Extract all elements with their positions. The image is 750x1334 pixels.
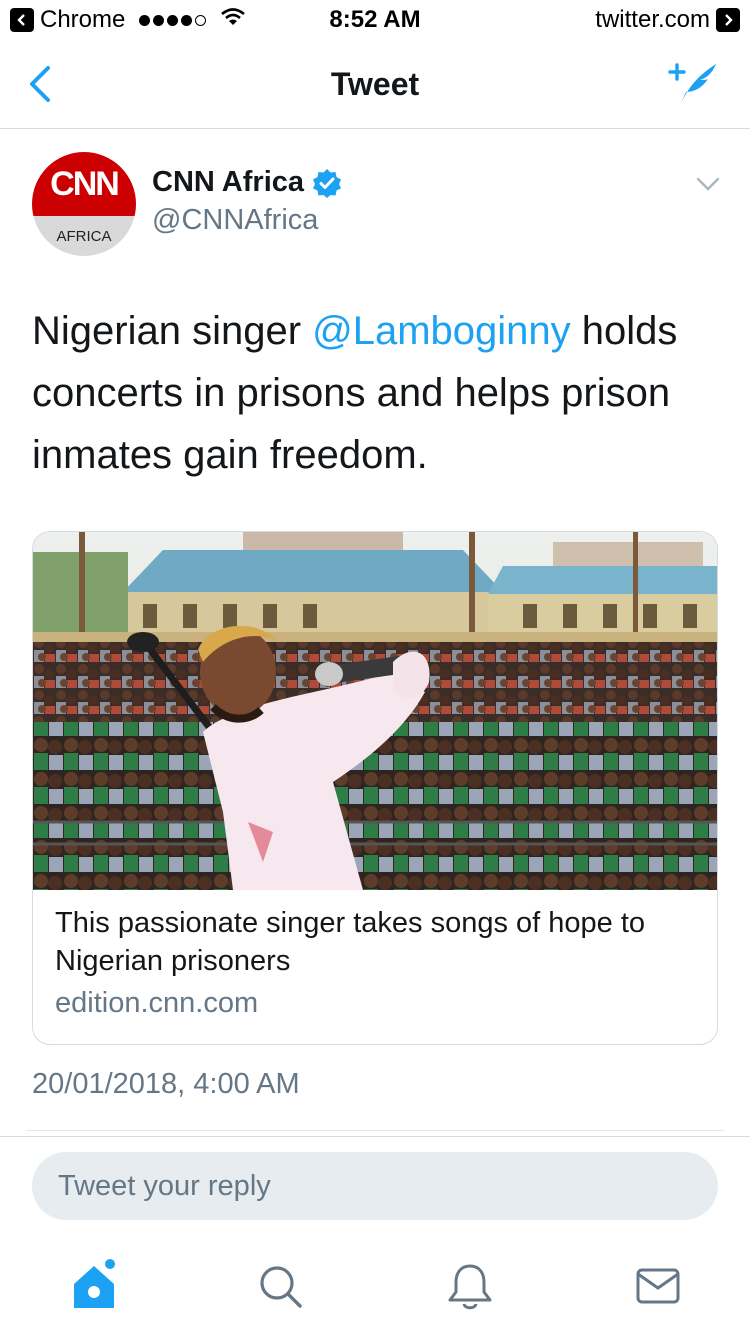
signal-strength-icon <box>139 14 207 26</box>
site-label[interactable]: twitter.com <box>595 6 710 34</box>
back-to-app-label[interactable]: Chrome <box>40 6 125 34</box>
nav-bar: Tweet <box>0 40 750 129</box>
status-left: Chrome <box>10 6 246 34</box>
tweet-text-start: Nigerian singer <box>32 309 313 353</box>
link-card[interactable]: This passionate singer takes songs of ho… <box>32 531 718 1045</box>
home-icon[interactable] <box>66 1258 122 1314</box>
cnn-logo: CNN <box>32 152 136 216</box>
verified-badge-icon <box>313 168 342 198</box>
reply-input[interactable] <box>32 1152 718 1220</box>
author-name-text[interactable]: CNN Africa <box>152 166 304 199</box>
divider <box>26 1130 724 1131</box>
avatar-logo-text: CNN <box>50 164 120 203</box>
card-domain[interactable]: edition.cnn.com <box>55 987 258 1020</box>
card-image[interactable] <box>33 532 717 890</box>
author-handle[interactable]: @CNNAfrica <box>152 204 318 237</box>
page-title: Tweet <box>330 66 420 102</box>
status-bar: Chrome 8:52 AM twitter.com <box>0 0 750 40</box>
card-title[interactable]: This passionate singer takes songs of ho… <box>55 904 695 980</box>
chevron-down-icon[interactable] <box>696 176 720 192</box>
tab-bar <box>0 1240 750 1334</box>
tweet-text: Nigerian singer @Lamboginny holds concer… <box>32 300 722 486</box>
divider <box>0 1136 750 1137</box>
search-icon[interactable] <box>252 1258 308 1314</box>
wifi-icon <box>220 6 246 34</box>
mention-link[interactable]: @Lamboginny <box>312 309 571 353</box>
status-right: twitter.com <box>595 6 740 34</box>
reply-box[interactable] <box>32 1152 718 1220</box>
messages-icon[interactable] <box>630 1258 686 1314</box>
open-in-browser-icon[interactable] <box>716 8 740 32</box>
avatar-sub-label: AFRICA <box>56 227 112 245</box>
author-name[interactable]: CNN Africa <box>152 166 342 199</box>
compose-tweet-icon[interactable] <box>666 58 722 110</box>
chevron-left-icon[interactable] <box>22 62 62 106</box>
back-to-app-icon[interactable] <box>10 8 34 32</box>
avatar[interactable]: CNN AFRICA <box>32 152 136 256</box>
notifications-icon[interactable] <box>442 1258 498 1314</box>
tweet-timestamp: 20/01/2018, 4:00 AM <box>32 1068 300 1100</box>
